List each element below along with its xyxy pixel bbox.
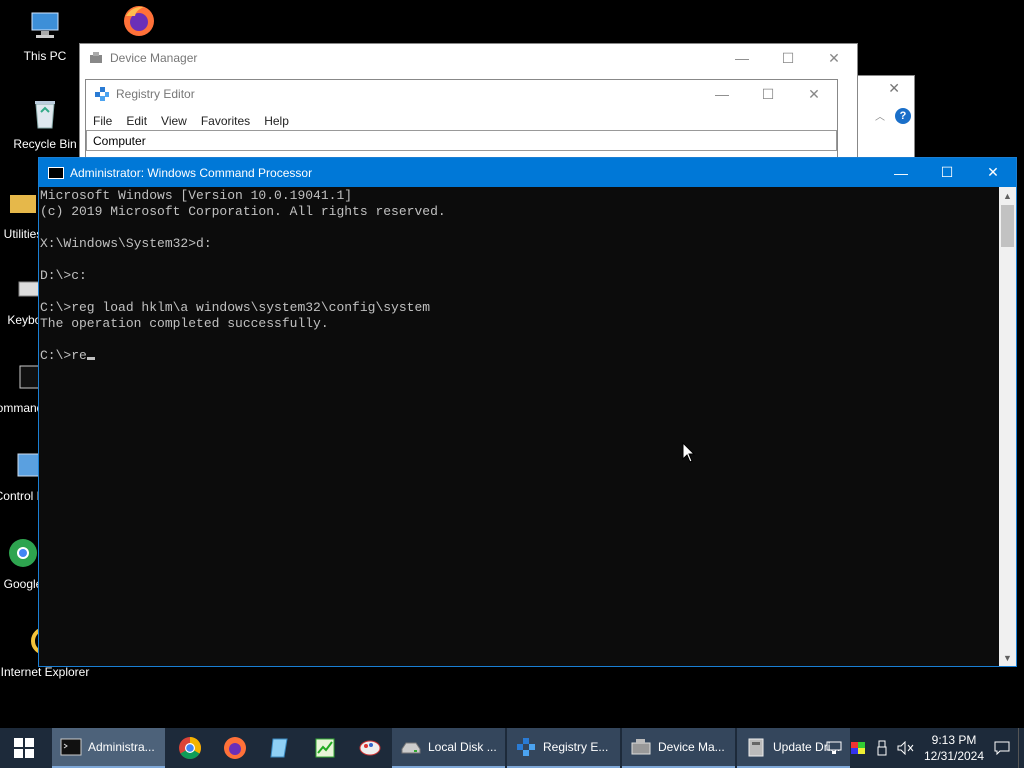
desktop: This PC Recycle Bin Utilities Keyboard C… bbox=[0, 0, 1024, 728]
taskbar-button-registry-editor[interactable]: Registry E... bbox=[507, 728, 620, 768]
volume-muted-icon[interactable] bbox=[894, 728, 918, 768]
close-button[interactable]: ✕ bbox=[970, 158, 1016, 187]
taskbar-button-command-prompt[interactable]: Administra... bbox=[52, 728, 165, 768]
show-desktop-button[interactable] bbox=[1018, 728, 1024, 768]
network-icon[interactable] bbox=[822, 728, 846, 768]
firefox-icon bbox=[124, 6, 154, 36]
console-line: C:\>reg load hklm\a windows\system32\con… bbox=[40, 300, 431, 315]
vertical-scrollbar[interactable]: ▲ ▼ bbox=[999, 187, 1016, 666]
drive-icon bbox=[401, 742, 421, 754]
address-bar[interactable]: Computer bbox=[86, 130, 837, 151]
taskbar-firefox[interactable] bbox=[212, 728, 257, 768]
menu-help[interactable]: Help bbox=[257, 114, 296, 128]
desktop-icon-recycle-bin[interactable]: Recycle Bin bbox=[0, 96, 90, 151]
driver-package-icon bbox=[748, 738, 764, 757]
menu-bar: File Edit View Favorites Help bbox=[86, 110, 837, 132]
registry-editor-icon bbox=[517, 738, 535, 756]
task-manager-icon bbox=[315, 738, 334, 758]
menu-file[interactable]: File bbox=[86, 114, 119, 128]
console-output[interactable]: Microsoft Windows [Version 10.0.19041.1]… bbox=[39, 187, 1001, 666]
desktop-icon-label: Recycle Bin bbox=[13, 137, 77, 151]
taskbar-button-label: Local Disk ... bbox=[428, 740, 497, 754]
notepad-icon bbox=[269, 738, 288, 758]
firefox-icon bbox=[223, 737, 246, 759]
scroll-thumb[interactable] bbox=[1001, 205, 1014, 247]
paint-icon bbox=[359, 740, 380, 756]
minimize-button[interactable]: — bbox=[878, 158, 924, 187]
desktop-icon-label: This PC bbox=[23, 49, 67, 63]
maximize-button[interactable]: ☐ bbox=[924, 158, 970, 187]
desktop-icon-this-pc[interactable]: This PC bbox=[0, 8, 90, 63]
update-drivers-window[interactable]: ✕ ︿ ? bbox=[850, 75, 915, 165]
start-button[interactable] bbox=[0, 728, 48, 768]
menu-edit[interactable]: Edit bbox=[119, 114, 154, 128]
taskbar-paint[interactable] bbox=[347, 728, 392, 768]
chrome-icon bbox=[9, 539, 37, 567]
folder-icon bbox=[10, 195, 36, 213]
taskbar-button-device-manager[interactable]: Device Ma... bbox=[622, 728, 735, 768]
command-prompt-icon bbox=[60, 738, 82, 756]
window-title: Registry Editor bbox=[116, 87, 195, 101]
console-line: Microsoft Windows [Version 10.0.19041.1] bbox=[40, 188, 353, 203]
scroll-up-icon[interactable]: ▲ bbox=[999, 187, 1016, 204]
console-input-line[interactable]: C:\>re bbox=[40, 348, 1001, 364]
chrome-icon bbox=[178, 737, 201, 759]
console-line: The operation completed successfully. bbox=[40, 316, 329, 331]
registry-editor-window[interactable]: Registry Editor — ☐ ✕ File Edit View Fav… bbox=[85, 79, 838, 169]
help-icon[interactable]: ? bbox=[895, 108, 911, 124]
clock[interactable]: 9:13 PM 12/31/2024 bbox=[918, 732, 990, 764]
close-icon[interactable]: ✕ bbox=[888, 80, 900, 97]
command-prompt-icon bbox=[48, 166, 64, 179]
clock-time: 9:13 PM bbox=[931, 733, 977, 747]
console-line: D:\>c: bbox=[40, 268, 87, 283]
close-button[interactable]: ✕ bbox=[811, 44, 857, 72]
computer-icon bbox=[31, 12, 59, 38]
taskbar-button-label: Administra... bbox=[88, 740, 155, 754]
text-cursor bbox=[86, 357, 95, 360]
desktop-icon-label: Internet Explorer bbox=[0, 665, 90, 679]
scroll-down-icon[interactable]: ▼ bbox=[999, 649, 1016, 666]
minimize-button[interactable]: — bbox=[719, 44, 765, 72]
recycle-bin-icon bbox=[35, 101, 55, 129]
system-tray: 9:13 PM 12/31/2024 bbox=[822, 728, 1024, 768]
menu-favorites[interactable]: Favorites bbox=[194, 114, 257, 128]
console-prompt: C:\>re bbox=[40, 348, 87, 363]
taskbar-button-label: Registry E... bbox=[543, 740, 609, 754]
console-line: X:\Windows\System32>d: bbox=[40, 236, 212, 251]
title-bar[interactable]: Administrator: Windows Command Processor bbox=[39, 158, 1016, 187]
taskbar-task-manager[interactable] bbox=[302, 728, 347, 768]
window-title: Device Manager bbox=[110, 51, 198, 65]
taskbar-notepad[interactable] bbox=[257, 728, 302, 768]
window-title: Administrator: Windows Command Processor bbox=[70, 165, 313, 180]
device-manager-icon bbox=[631, 739, 651, 755]
taskbar-button-label: Device Ma... bbox=[658, 740, 725, 754]
command-prompt-window[interactable]: Administrator: Windows Command Processor… bbox=[38, 157, 1017, 667]
device-manager-icon bbox=[90, 52, 102, 63]
console-line: (c) 2019 Microsoft Corporation. All righ… bbox=[40, 204, 446, 219]
close-button[interactable]: ✕ bbox=[791, 80, 837, 108]
mouse-pointer-icon bbox=[682, 442, 696, 463]
taskbar: Administra... Local Disk ... Registry E.… bbox=[0, 728, 1024, 768]
display-icon[interactable] bbox=[846, 728, 870, 768]
notifications-icon[interactable] bbox=[990, 728, 1014, 768]
chevron-up-icon[interactable]: ︿ bbox=[875, 108, 885, 123]
taskbar-button-local-disk[interactable]: Local Disk ... bbox=[392, 728, 505, 768]
desktop-icon-firefox[interactable] bbox=[94, 4, 184, 45]
clock-date: 12/31/2024 bbox=[923, 749, 985, 763]
maximize-button[interactable]: ☐ bbox=[745, 80, 791, 108]
menu-view[interactable]: View bbox=[154, 114, 194, 128]
windows-logo-icon bbox=[14, 738, 34, 758]
maximize-button[interactable]: ☐ bbox=[765, 44, 811, 72]
usb-icon[interactable] bbox=[870, 728, 894, 768]
taskbar-chrome[interactable] bbox=[167, 728, 212, 768]
registry-editor-icon bbox=[95, 87, 109, 101]
minimize-button[interactable]: — bbox=[699, 80, 745, 108]
